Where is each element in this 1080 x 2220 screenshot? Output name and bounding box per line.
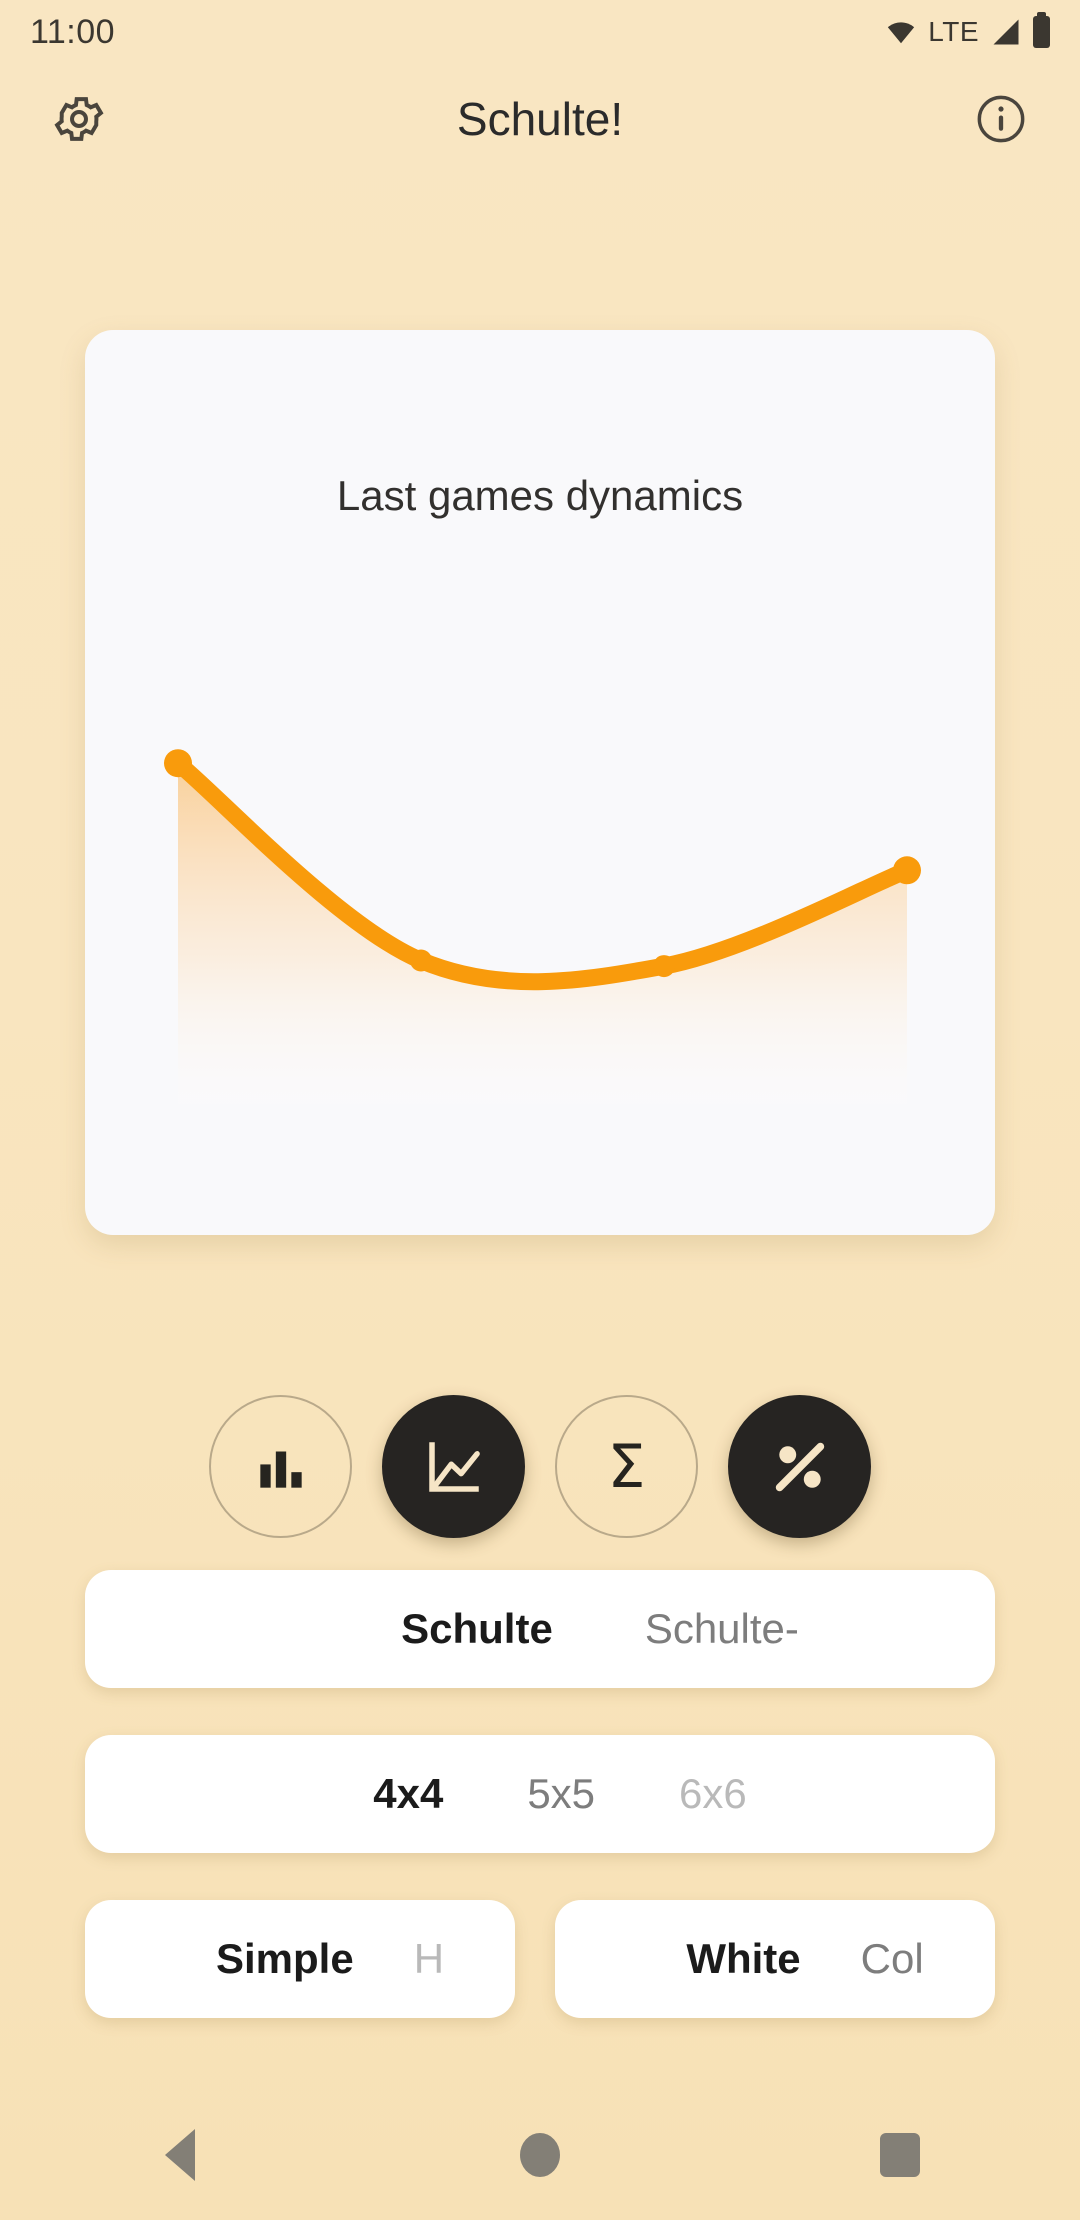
wifi-icon xyxy=(888,22,915,44)
game-mode-selector[interactable]: Schulte Schulte- xyxy=(85,1570,995,1688)
chart-type-toggle-group: Σ xyxy=(0,1395,1080,1538)
grid-size-selector[interactable]: 4x4 5x5 6x6 xyxy=(85,1735,995,1853)
chart-point-1 xyxy=(164,749,192,778)
status-clock: 11:00 xyxy=(30,12,116,51)
settings-button[interactable] xyxy=(48,88,110,150)
info-icon xyxy=(977,95,1025,143)
game-mode-option-next[interactable]: Schulte- xyxy=(645,1605,799,1653)
chart-point-3 xyxy=(653,955,675,978)
grid-size-option-4x4[interactable]: 4x4 xyxy=(373,1770,443,1818)
chart-card: Last games dynamics xyxy=(85,330,995,1235)
line-chart-icon xyxy=(428,1441,480,1492)
chart-point-2 xyxy=(410,949,432,972)
recents-icon xyxy=(880,2133,920,2177)
grid-size-options: 4x4 5x5 6x6 xyxy=(85,1735,995,1853)
grid-size-option-6x6[interactable]: 6x6 xyxy=(679,1770,747,1818)
android-nav-bar xyxy=(0,2090,1080,2220)
toggle-bar-chart[interactable] xyxy=(209,1395,352,1538)
toggle-percent[interactable] xyxy=(728,1395,871,1538)
nav-recents-button[interactable] xyxy=(835,2090,965,2220)
app-screen: 11:00 LTE Schulte! Last games dynamics Σ… xyxy=(0,0,1080,2220)
signal-icon xyxy=(993,19,1019,45)
grid-size-option-5x5[interactable]: 5x5 xyxy=(527,1770,595,1818)
battery-icon xyxy=(1033,12,1050,48)
back-icon xyxy=(165,2129,195,2181)
page-title: Schulte! xyxy=(456,93,624,145)
nav-home-button[interactable] xyxy=(475,2090,605,2220)
game-mode-options: Schulte Schulte- xyxy=(85,1570,995,1688)
gear-icon xyxy=(54,97,104,141)
difficulty-option-selected[interactable]: Simple xyxy=(216,1935,354,1983)
difficulty-options: Simple H xyxy=(85,1900,515,2018)
difficulty-option-next[interactable]: H xyxy=(414,1935,444,1983)
nav-back-button[interactable] xyxy=(115,2090,245,2220)
toggle-sum[interactable]: Σ xyxy=(555,1395,698,1538)
color-style-selector[interactable]: White Col xyxy=(555,1900,995,2018)
last-games-dynamics-chart xyxy=(164,749,921,1115)
chart-area-fill xyxy=(178,763,907,1115)
bar-chart-icon xyxy=(259,1451,302,1488)
status-bar: 11:00 LTE xyxy=(0,0,1080,64)
percent-icon xyxy=(775,1442,824,1491)
difficulty-selector[interactable]: Simple H xyxy=(85,1900,515,2018)
chart-point-4 xyxy=(893,856,921,885)
status-icons: LTE xyxy=(886,12,1050,48)
network-type-label: LTE xyxy=(928,16,979,47)
app-bar: Schulte! xyxy=(0,64,1080,174)
toggle-line-chart[interactable] xyxy=(382,1395,525,1538)
info-button[interactable] xyxy=(970,88,1032,150)
color-style-option-selected[interactable]: White xyxy=(686,1935,800,1983)
game-mode-option-selected[interactable]: Schulte xyxy=(401,1605,553,1653)
sigma-icon: Σ xyxy=(607,1431,646,1502)
home-icon xyxy=(520,2133,560,2177)
color-style-option-next[interactable]: Col xyxy=(861,1935,924,1983)
color-style-options: White Col xyxy=(555,1900,995,2018)
